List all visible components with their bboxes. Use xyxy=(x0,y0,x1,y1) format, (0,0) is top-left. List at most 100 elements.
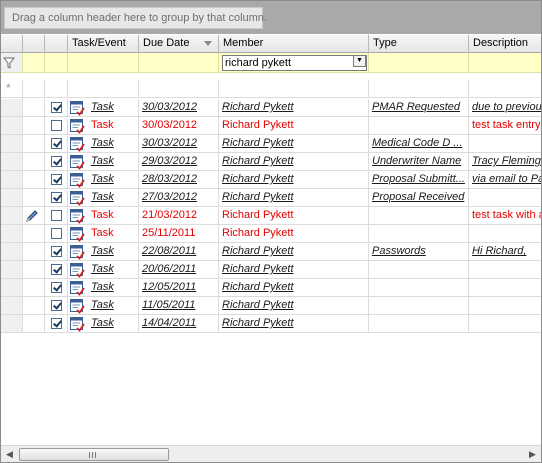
cell-type[interactable]: Medical Code D ... xyxy=(369,135,469,153)
cell-member[interactable]: Richard Pykett xyxy=(219,225,369,243)
completed-checkbox[interactable] xyxy=(51,102,62,113)
cell-task[interactable]: Task xyxy=(68,279,139,297)
row-indicator[interactable] xyxy=(1,189,23,207)
cell-type[interactable]: PMAR Requested xyxy=(369,99,469,117)
cell-due[interactable]: 30/03/2012 xyxy=(139,117,219,135)
cell-due[interactable]: 29/03/2012 xyxy=(139,153,219,171)
table-row[interactable]: Task 30/03/2012 Richard Pykett test task en… xyxy=(1,117,541,135)
cell-desc[interactable]: Tracy Fleming xyxy=(469,153,541,171)
group-by-panel[interactable]: Drag a column header here to group by th… xyxy=(1,1,541,34)
completed-checkbox[interactable] xyxy=(51,192,62,203)
member-filter-input[interactable]: richard pykett xyxy=(222,55,367,71)
row-indicator[interactable] xyxy=(1,261,23,279)
cell-type[interactable]: Proposal Submitt... xyxy=(369,171,469,189)
cell-task[interactable]: Task xyxy=(68,243,139,261)
cell-desc[interactable] xyxy=(469,189,541,207)
cell-task[interactable]: Task xyxy=(68,135,139,153)
cell-desc[interactable] xyxy=(469,315,541,333)
cell-due[interactable]: 27/03/2012 xyxy=(139,189,219,207)
cell-due[interactable]: 21/03/2012 xyxy=(139,207,219,225)
horizontal-scrollbar[interactable]: ◀ ▶ xyxy=(1,445,541,462)
cell-type[interactable] xyxy=(369,117,469,135)
cell-task[interactable]: Task xyxy=(68,99,139,117)
new-row-cell[interactable] xyxy=(45,80,68,98)
cell-task[interactable]: Task xyxy=(68,207,139,225)
table-row[interactable]: Task 27/03/2012 Richard Pykett Proposal Rec… xyxy=(1,189,541,207)
table-row[interactable]: Task 28/03/2012 Richard Pykett Proposal Sub… xyxy=(1,171,541,189)
completed-checkbox[interactable] xyxy=(51,156,62,167)
cell-due[interactable]: 30/03/2012 xyxy=(139,135,219,153)
cell-member[interactable]: Richard Pykett xyxy=(219,153,369,171)
cell-type[interactable] xyxy=(369,225,469,243)
new-row-cell[interactable] xyxy=(23,80,45,98)
cell-member[interactable]: Richard Pykett xyxy=(219,279,369,297)
table-row[interactable]: Task 25/11/2011 Richard Pykett xyxy=(1,225,541,243)
row-indicator[interactable] xyxy=(1,153,23,171)
row-indicator[interactable] xyxy=(1,99,23,117)
cell-due[interactable]: 28/03/2012 xyxy=(139,171,219,189)
cell-task[interactable]: Task xyxy=(68,315,139,333)
cell-task[interactable]: Task xyxy=(68,261,139,279)
completed-checkbox[interactable] xyxy=(51,138,62,149)
cell-type[interactable] xyxy=(369,261,469,279)
cell-member[interactable]: Richard Pykett xyxy=(219,261,369,279)
row-indicator[interactable] xyxy=(1,279,23,297)
cell-task[interactable]: Task xyxy=(68,171,139,189)
cell-desc[interactable] xyxy=(469,225,541,243)
completed-checkbox[interactable] xyxy=(51,300,62,311)
cell-due[interactable]: 14/04/2011 xyxy=(139,315,219,333)
table-row[interactable]: Task 12/05/2011 Richard Pykett xyxy=(1,279,541,297)
cell-type[interactable] xyxy=(369,279,469,297)
cell-task[interactable]: Task xyxy=(68,297,139,315)
row-indicator[interactable] xyxy=(1,207,23,225)
cell-task[interactable]: Task xyxy=(68,117,139,135)
cell-member[interactable]: Richard Pykett xyxy=(219,171,369,189)
row-indicator[interactable] xyxy=(1,171,23,189)
table-row[interactable]: Task 21/03/2012 Richard Pykett test task wi… xyxy=(1,207,541,225)
cell-due[interactable]: 30/03/2012 xyxy=(139,99,219,117)
row-indicator[interactable] xyxy=(1,117,23,135)
row-indicator[interactable] xyxy=(1,297,23,315)
row-indicator[interactable] xyxy=(1,135,23,153)
cell-member[interactable]: Richard Pykett xyxy=(219,315,369,333)
new-row-cell[interactable] xyxy=(139,80,219,98)
completed-checkbox[interactable] xyxy=(51,120,62,131)
cell-type[interactable] xyxy=(369,315,469,333)
cell-task[interactable]: Task xyxy=(68,153,139,171)
cell-type[interactable] xyxy=(369,297,469,315)
header-complete[interactable] xyxy=(45,35,68,53)
cell-member[interactable]: Richard Pykett xyxy=(219,117,369,135)
chevron-down-icon[interactable]: ▼ xyxy=(353,55,366,67)
cell-task[interactable]: Task xyxy=(68,225,139,243)
cell-member[interactable]: Richard Pykett xyxy=(219,297,369,315)
header-description[interactable]: Description xyxy=(469,35,541,53)
cell-due[interactable]: 11/05/2011 xyxy=(139,297,219,315)
cell-member[interactable]: Richard Pykett xyxy=(219,243,369,261)
cell-task[interactable]: Task xyxy=(68,189,139,207)
header-type[interactable]: Type xyxy=(369,35,469,53)
cell-member[interactable]: Richard Pykett xyxy=(219,135,369,153)
completed-checkbox[interactable] xyxy=(51,318,62,329)
cell-desc[interactable] xyxy=(469,135,541,153)
cell-desc[interactable]: Hi Richard, xyxy=(469,243,541,261)
completed-checkbox[interactable] xyxy=(51,174,62,185)
new-row-cell[interactable] xyxy=(369,80,469,98)
cell-member[interactable]: Richard Pykett xyxy=(219,99,369,117)
row-indicator[interactable] xyxy=(1,225,23,243)
cell-type[interactable] xyxy=(369,207,469,225)
cell-due[interactable]: 25/11/2011 xyxy=(139,225,219,243)
cell-desc[interactable]: due to previou xyxy=(469,99,541,117)
completed-checkbox[interactable] xyxy=(51,228,62,239)
cell-due[interactable]: 12/05/2011 xyxy=(139,279,219,297)
table-row[interactable]: Task 29/03/2012 Richard Pykett Underwriter … xyxy=(1,153,541,171)
table-row[interactable]: Task 14/04/2011 Richard Pykett xyxy=(1,315,541,333)
new-row-cell[interactable] xyxy=(469,80,541,98)
table-row[interactable]: Task 11/05/2011 Richard Pykett xyxy=(1,297,541,315)
cell-type[interactable]: Passwords xyxy=(369,243,469,261)
filter-due-date[interactable] xyxy=(139,53,219,73)
row-indicator[interactable] xyxy=(1,243,23,261)
cell-desc[interactable]: test task with a xyxy=(469,207,541,225)
filter-description[interactable] xyxy=(469,53,541,73)
table-row[interactable]: Task 20/06/2011 Richard Pykett xyxy=(1,261,541,279)
cell-type[interactable]: Underwriter Name xyxy=(369,153,469,171)
